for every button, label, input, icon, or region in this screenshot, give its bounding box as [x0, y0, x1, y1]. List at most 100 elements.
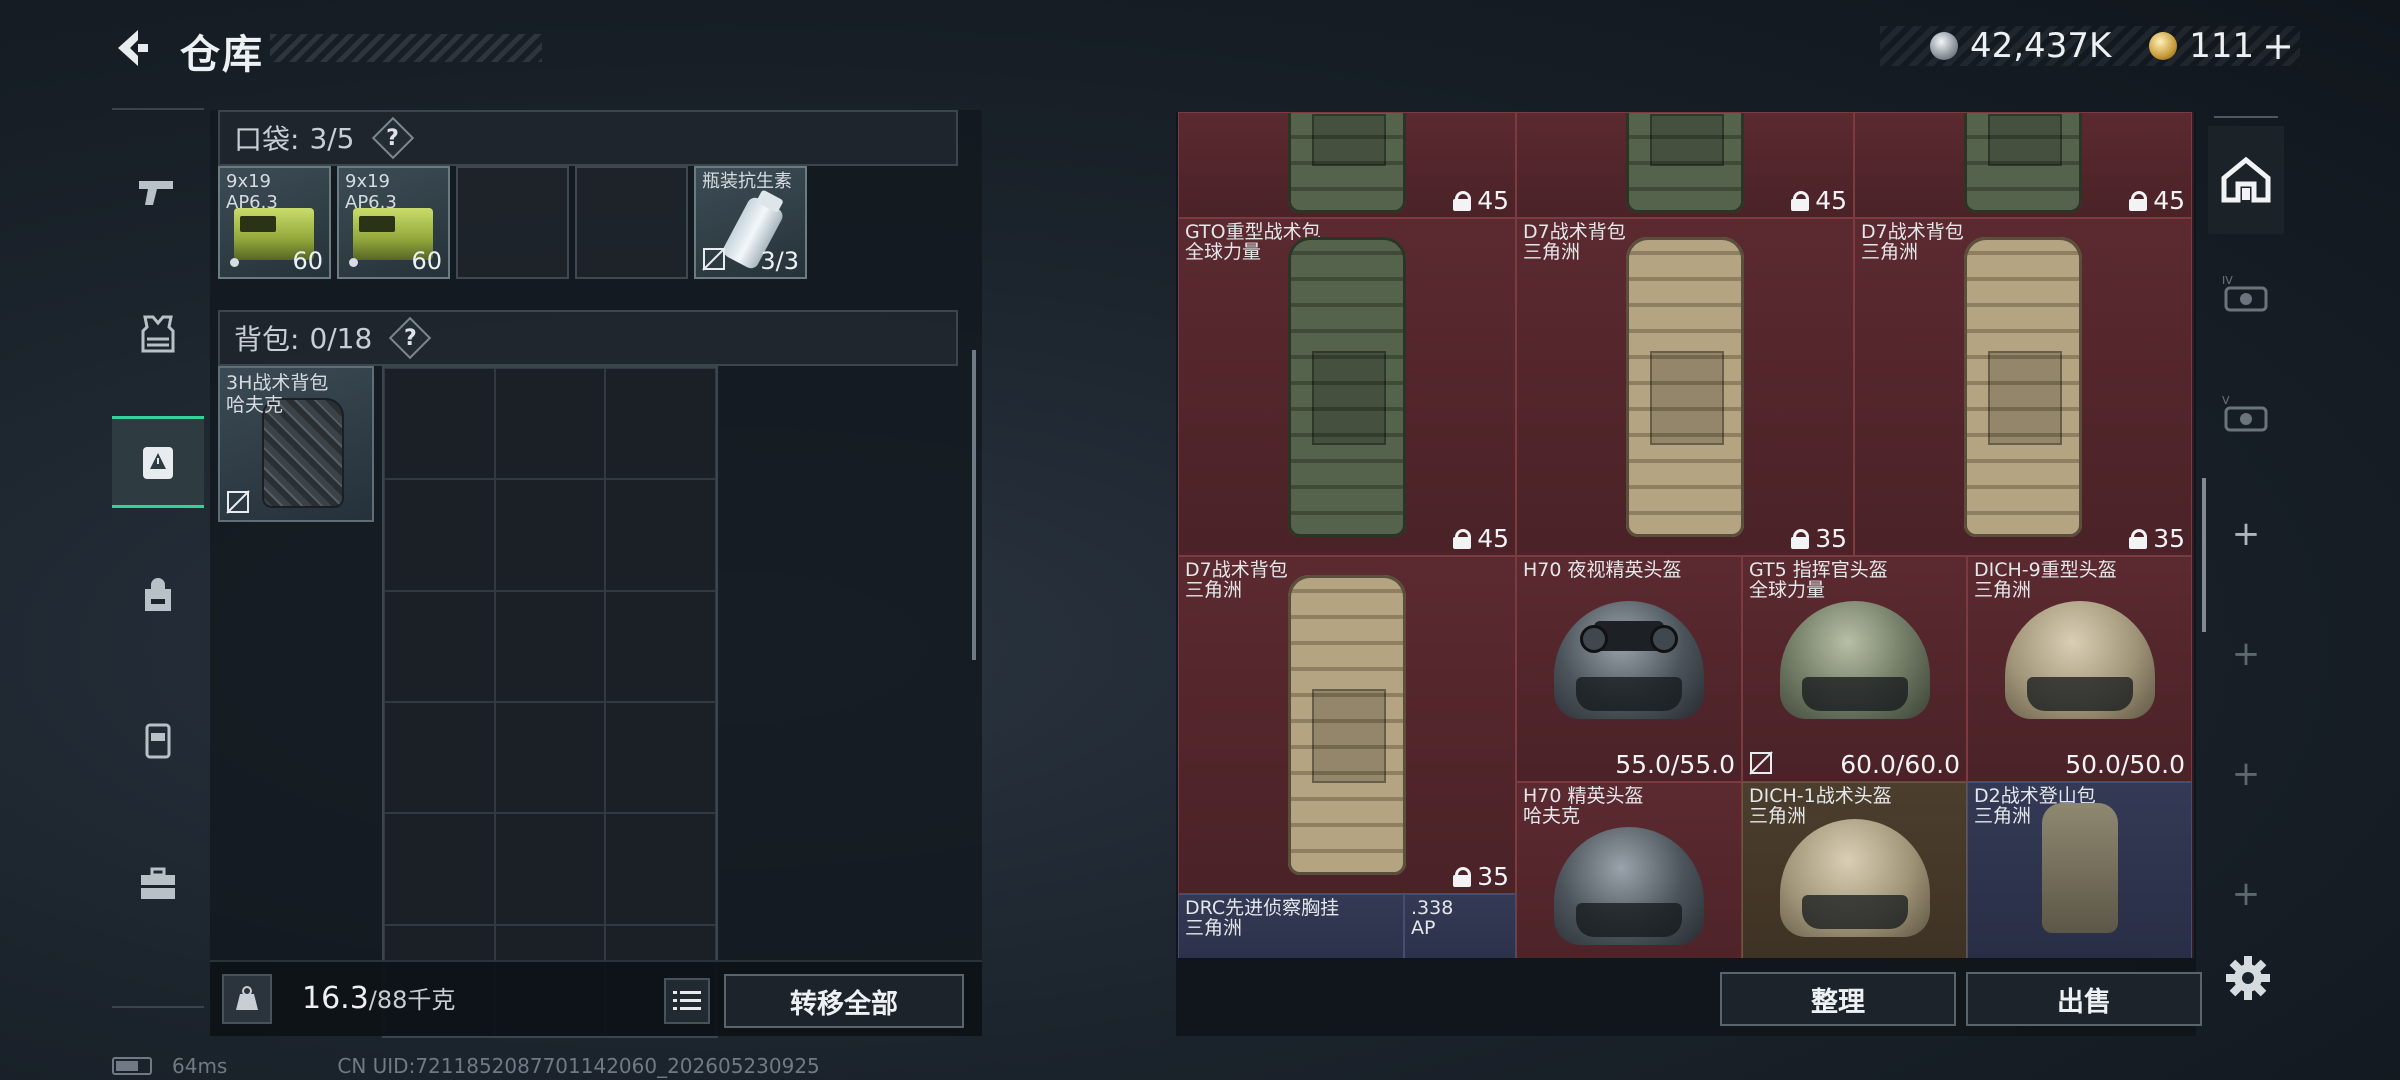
stash-item[interactable]: H70 夜视精英头盔 55.0/55.0: [1516, 556, 1742, 782]
durability: 55.0/55.0: [1615, 750, 1735, 779]
capacity: 35: [1791, 524, 1847, 553]
stash-tab-add-4[interactable]: +: [2208, 840, 2284, 948]
stash-item[interactable]: D7战术背包 三角洲 35: [1854, 218, 2192, 556]
stash-tab-add-1[interactable]: +: [2208, 480, 2284, 588]
expansion-iv-icon: IV: [2222, 274, 2268, 312]
stash-item[interactable]: DICH-9重型头盔 三角洲 50.0/50.0: [1967, 556, 2192, 782]
transfer-all-button[interactable]: 转移全部: [724, 974, 964, 1028]
stash-grid: 45 45 45 GTO重型战术包 全球力量 45 D7战术背包 三角洲 35 D7…: [1178, 112, 2194, 958]
stash-item[interactable]: D7战术背包 三角洲 35: [1516, 218, 1854, 556]
stash-actions: 整理 出售: [1720, 972, 2202, 1026]
pocket-slot-2[interactable]: 9x19 AP6.3 60: [337, 166, 450, 279]
pocket-slot-1[interactable]: 9x19 AP6.3 60: [218, 166, 331, 279]
capacity: 45: [1791, 186, 1847, 215]
helmet-icon: [1779, 819, 1930, 937]
no-transfer-icon: [702, 247, 726, 271]
category-bag[interactable]: [112, 550, 204, 642]
backpack-grid[interactable]: [382, 366, 718, 1038]
backpack-count: 0/18: [309, 321, 373, 355]
no-transfer-icon: [1749, 751, 1773, 775]
climbing-pack-icon: [2041, 803, 2118, 933]
svg-text:IV: IV: [2222, 274, 2233, 287]
back-button[interactable]: [108, 24, 156, 72]
capacity-icon: [1791, 528, 1810, 549]
stash-panel: 45 45 45 GTO重型战术包 全球力量 45 D7战术背包 三角洲 35 D7…: [1176, 112, 2196, 1036]
stash-item[interactable]: 45: [1854, 112, 2192, 218]
stash-item[interactable]: GTO重型战术包 全球力量 45: [1178, 218, 1516, 556]
stash-tab-add-3[interactable]: +: [2208, 720, 2284, 828]
stash-item[interactable]: D2战术登山包 三角洲: [1967, 782, 2192, 958]
pocket-slot-4-empty[interactable]: [575, 166, 688, 279]
capacity: 45: [1453, 186, 1509, 215]
stash-item[interactable]: DRC先进侦察胸挂 三角洲: [1178, 894, 1404, 958]
helmet-icon: [1779, 601, 1930, 719]
stash-scrollbar[interactable]: [2202, 478, 2206, 632]
stash-item[interactable]: 45: [1516, 112, 1854, 218]
loadout-scrollbar[interactable]: [972, 350, 976, 660]
backpack-icon: [1964, 237, 2082, 537]
capacity-icon: [1453, 190, 1472, 211]
backpack-icon: [1626, 237, 1744, 537]
capacity-icon: [1453, 866, 1472, 887]
stash-tab-iv[interactable]: IV: [2208, 240, 2284, 348]
backpack-warning-icon: [143, 447, 173, 479]
slot-name: 瓶装抗生素: [702, 171, 792, 192]
currency-bar: 42,437K 111 +: [1880, 24, 2300, 68]
pocket-label: 口袋:: [234, 123, 300, 156]
weight-icon: [222, 974, 272, 1024]
gear-icon[interactable]: [2222, 952, 2274, 1004]
title-decoration: [270, 34, 542, 62]
category-case[interactable]: [112, 694, 204, 786]
backpack-icon: [1288, 237, 1406, 537]
pocket-slot-3-empty[interactable]: [456, 166, 569, 279]
stash-item[interactable]: H70 精英头盔 哈夫克: [1516, 782, 1742, 958]
backpack-help-button[interactable]: ?: [392, 320, 428, 356]
category-armor[interactable]: [112, 288, 204, 380]
backpack-header: 背包: 0/18 ?: [218, 310, 958, 366]
stash-tab-main[interactable]: [2208, 126, 2284, 234]
loadout-panel: 口袋: 3/5 ? 9x19 AP6.3 60 9x19 AP6.3 60 瓶装抗生…: [210, 110, 982, 1038]
pocket-slot-5[interactable]: 瓶装抗生素 3/3: [694, 166, 807, 279]
category-toolbox[interactable]: [112, 838, 204, 930]
category-backpack-active[interactable]: [112, 416, 204, 508]
stash-item[interactable]: DICH-1战术头盔 三角洲: [1742, 782, 1967, 958]
toolbox-icon: [141, 867, 175, 899]
capacity: 45: [2129, 186, 2185, 215]
capacity-icon: [2129, 190, 2148, 211]
organize-button[interactable]: 整理: [1720, 972, 1956, 1026]
slot-count: 60: [292, 247, 323, 275]
equipped-backpack[interactable]: 3H战术背包 哈夫克: [218, 366, 374, 522]
backpack-label: 背包:: [234, 323, 300, 356]
gold-coin-icon: [2149, 32, 2178, 60]
status-line: 64ms CN UID:7211852087701142060_20260523…: [112, 1054, 820, 1078]
stash-item[interactable]: .338 AP: [1404, 894, 1516, 958]
capacity-icon: [1453, 528, 1472, 549]
durability: 50.0/50.0: [2065, 750, 2185, 779]
stash-item[interactable]: D7战术背包 三角洲 35: [1178, 556, 1516, 894]
backpack-icon: [1626, 113, 1744, 213]
category-weapons[interactable]: [112, 144, 204, 236]
stash-item[interactable]: 45: [1178, 112, 1516, 218]
weight-readout: 16.3/88千克: [302, 981, 456, 1016]
list-icon: [673, 991, 701, 1010]
user-uid: CN UID:7211852087701142060_202605230925: [337, 1054, 820, 1078]
list-view-button[interactable]: [664, 978, 710, 1024]
svg-text:V: V: [2222, 394, 2230, 407]
loadout-footer: 16.3/88千克 转移全部: [210, 960, 982, 1036]
stash-tab-add-2[interactable]: +: [2208, 600, 2284, 708]
dot-icon: [230, 258, 239, 267]
slot-count: 3/3: [760, 247, 799, 275]
capacity-icon: [1791, 190, 1810, 211]
sell-button[interactable]: 出售: [1966, 972, 2202, 1026]
ping: 64ms: [172, 1054, 228, 1078]
category-rail: [112, 108, 204, 1008]
add-currency-button[interactable]: +: [2262, 24, 2294, 68]
pocket-help-button[interactable]: ?: [375, 120, 411, 156]
slot-name: 9x19 AP6.3: [345, 171, 397, 213]
stash-item[interactable]: GT5 指挥官头盔 全球力量 60.0/60.0: [1742, 556, 1967, 782]
helmet-icon: [1554, 827, 1704, 945]
stash-tab-v[interactable]: V: [2208, 360, 2284, 468]
page-title: 仓库: [180, 32, 264, 78]
stash-home-icon: [2221, 156, 2271, 203]
gold-amount: 111: [2189, 26, 2255, 66]
